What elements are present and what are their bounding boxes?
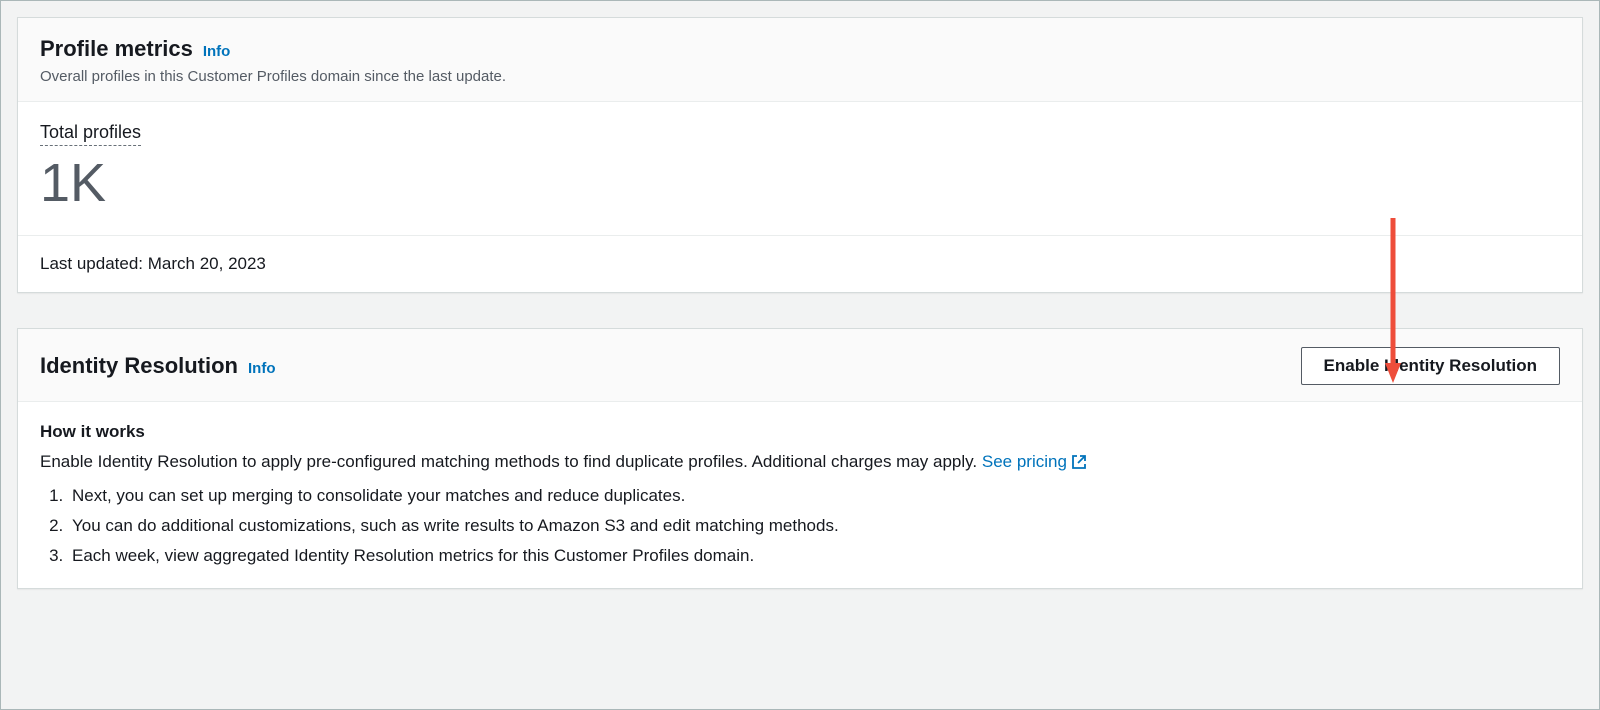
enable-identity-resolution-button[interactable]: Enable Identity Resolution bbox=[1301, 347, 1560, 385]
how-it-works-steps: Next, you can set up merging to consolid… bbox=[40, 486, 1560, 566]
identity-resolution-title: Identity Resolution bbox=[40, 353, 238, 379]
identity-resolution-panel: Identity Resolution Info Enable Identity… bbox=[17, 328, 1583, 589]
profile-metrics-subtitle: Overall profiles in this Customer Profil… bbox=[40, 68, 1560, 85]
profile-metrics-body: Total profiles 1K bbox=[18, 102, 1582, 235]
see-pricing-link[interactable]: See pricing bbox=[982, 452, 1087, 472]
profile-metrics-panel: Profile metrics Info Overall profiles in… bbox=[17, 17, 1583, 293]
external-link-icon bbox=[1071, 454, 1087, 470]
last-updated-text: Last updated: March 20, 2023 bbox=[40, 254, 266, 273]
total-profiles-value: 1K bbox=[40, 154, 1560, 213]
profile-metrics-header: Profile metrics Info Overall profiles in… bbox=[18, 18, 1582, 102]
profile-metrics-footer: Last updated: March 20, 2023 bbox=[18, 235, 1582, 292]
profile-metrics-info-link[interactable]: Info bbox=[203, 43, 231, 60]
total-profiles-label: Total profiles bbox=[40, 122, 141, 146]
identity-resolution-header: Identity Resolution Info Enable Identity… bbox=[18, 329, 1582, 402]
identity-resolution-description: Enable Identity Resolution to apply pre-… bbox=[40, 452, 1560, 472]
list-item: You can do additional customizations, su… bbox=[68, 516, 1560, 536]
how-it-works-title: How it works bbox=[40, 422, 1560, 442]
profile-metrics-title: Profile metrics bbox=[40, 36, 193, 62]
list-item: Next, you can set up merging to consolid… bbox=[68, 486, 1560, 506]
identity-resolution-body: How it works Enable Identity Resolution … bbox=[18, 402, 1582, 588]
identity-resolution-info-link[interactable]: Info bbox=[248, 360, 276, 377]
list-item: Each week, view aggregated Identity Reso… bbox=[68, 546, 1560, 566]
